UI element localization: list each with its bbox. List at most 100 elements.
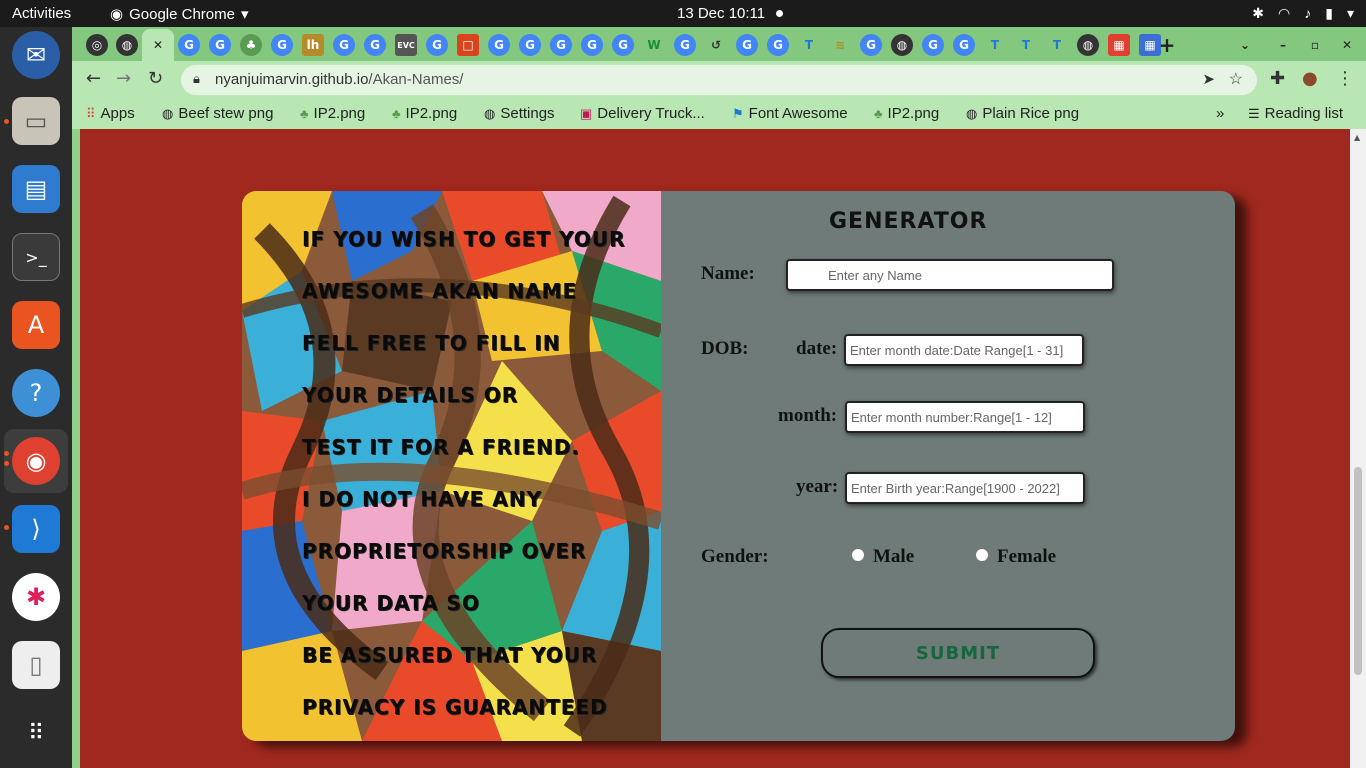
- bookmark-item[interactable]: ♣ IP2.png: [874, 105, 939, 122]
- reload-icon[interactable]: ↻: [148, 68, 163, 89]
- bookmark-star-icon[interactable]: ☆: [1229, 69, 1243, 89]
- date-input[interactable]: [844, 334, 1084, 366]
- globe-tab-icon[interactable]: ◍: [891, 34, 913, 56]
- bookmark-item[interactable]: ⚑ Font Awesome: [732, 105, 848, 122]
- tab-search-icon[interactable]: ⌄: [1234, 34, 1256, 56]
- w-tab-icon[interactable]: W: [643, 34, 665, 56]
- battery-icon: ▮: [1325, 5, 1333, 21]
- more-bookmarks-icon[interactable]: »: [1216, 105, 1224, 122]
- google-tab-icon[interactable]: G: [581, 34, 603, 56]
- form-title: Generator: [829, 209, 988, 234]
- clock[interactable]: 13 Dec 10:11: [677, 5, 765, 22]
- google-tab-icon[interactable]: G: [178, 34, 200, 56]
- share-icon[interactable]: ➤: [1202, 70, 1215, 88]
- t-tab-icon[interactable]: T: [984, 34, 1006, 56]
- chrome-menu-icon[interactable]: ⋮: [1336, 68, 1354, 89]
- google-tab-icon[interactable]: G: [736, 34, 758, 56]
- minimize-icon[interactable]: –: [1272, 34, 1294, 56]
- bookmark-item[interactable]: ⠿ Apps: [86, 105, 135, 122]
- url-text[interactable]: nyanjuimarvin.github.io/Akan-Names/: [215, 71, 463, 88]
- slack-icon[interactable]: ✱: [12, 573, 60, 621]
- tree-tab-icon[interactable]: ♣: [240, 34, 262, 56]
- bookmark-label: Beef stew png: [178, 105, 274, 122]
- notification-dot: [776, 10, 783, 17]
- activities-button[interactable]: Activities: [12, 5, 71, 22]
- google-tab-icon[interactable]: G: [519, 34, 541, 56]
- close-tab-icon[interactable]: ✕: [147, 34, 169, 56]
- t-tab-icon[interactable]: T: [798, 34, 820, 56]
- google-tab-icon[interactable]: G: [612, 34, 634, 56]
- bookmark-item[interactable]: ♣ IP2.png: [300, 105, 365, 122]
- globe-tab-icon[interactable]: ◍: [1077, 34, 1099, 56]
- google-tab-icon[interactable]: G: [209, 34, 231, 56]
- colorful-tab-icon[interactable]: ▦: [1108, 34, 1130, 56]
- square-tab-icon[interactable]: □: [457, 34, 479, 56]
- female-radio[interactable]: [975, 548, 989, 562]
- google-tab-icon[interactable]: G: [860, 34, 882, 56]
- github-tab-icon[interactable]: ◎: [86, 34, 108, 56]
- help-icon[interactable]: ?: [12, 369, 60, 417]
- google-tab-icon[interactable]: G: [922, 34, 944, 56]
- back-icon[interactable]: ←: [86, 68, 101, 89]
- window-close-icon[interactable]: ✕: [1336, 34, 1358, 56]
- tab-strip: ◎ ◍ ✕ G G ♣ G lh G G EVC G □ G G G G G W…: [72, 27, 1366, 61]
- google-tab-icon[interactable]: G: [426, 34, 448, 56]
- address-bar[interactable]: 🔒︎ nyanjuimarvin.github.io/Akan-Names/ ➤…: [181, 65, 1257, 95]
- bookmark-item[interactable]: ◍ Plain Rice png: [966, 105, 1079, 122]
- new-tab-icon[interactable]: +: [1156, 33, 1178, 57]
- bookmark-label: IP2.png: [405, 105, 458, 122]
- google-tab-icon[interactable]: G: [767, 34, 789, 56]
- system-tray[interactable]: ✱ ◠ ♪ ▮ ▾: [1252, 5, 1354, 22]
- brand-icon: ▣: [580, 105, 593, 121]
- show-apps-icon[interactable]: ⠿: [12, 709, 60, 757]
- t-tab-icon[interactable]: T: [1046, 34, 1068, 56]
- google-tab-icon[interactable]: G: [550, 34, 572, 56]
- chrome-dock-icon[interactable]: ◉: [12, 437, 60, 485]
- google-tab-icon[interactable]: G: [488, 34, 510, 56]
- google-tab-icon[interactable]: G: [271, 34, 293, 56]
- extensions-icon[interactable]: ✚: [1270, 68, 1285, 89]
- google-tab-icon[interactable]: G: [333, 34, 355, 56]
- libreoffice-impress-icon[interactable]: ▤: [12, 165, 60, 213]
- year-input[interactable]: [845, 472, 1085, 504]
- name-input[interactable]: [786, 259, 1114, 291]
- t-tab-icon[interactable]: T: [1015, 34, 1037, 56]
- bookmark-item[interactable]: ▣ Delivery Truck...: [580, 105, 705, 122]
- forward-icon[interactable]: →: [116, 68, 131, 89]
- google-tab-icon[interactable]: G: [364, 34, 386, 56]
- profile-avatar[interactable]: ●: [1302, 68, 1318, 89]
- files-icon[interactable]: ▭: [12, 97, 60, 145]
- bookmark-item[interactable]: ◍ Settings: [484, 105, 555, 122]
- lock-icon[interactable]: 🔒︎: [193, 71, 200, 87]
- name-label: Name:: [701, 263, 755, 284]
- google-tab-icon[interactable]: G: [674, 34, 696, 56]
- text-editor-icon[interactable]: ▯: [12, 641, 60, 689]
- running-indicator: [4, 461, 9, 466]
- app-menu[interactable]: ◉ Google Chrome ▾: [110, 5, 249, 24]
- history-tab-icon[interactable]: ↺: [705, 34, 727, 56]
- apps-grid-icon: ⠿: [86, 105, 96, 121]
- bookmark-item[interactable]: ♣ IP2.png: [392, 105, 457, 122]
- month-input[interactable]: [845, 401, 1085, 433]
- evc-tab-icon[interactable]: EVC: [395, 34, 417, 56]
- terminal-icon[interactable]: >_: [12, 233, 60, 281]
- globe-tab-icon[interactable]: ◍: [116, 34, 138, 56]
- date-label: date:: [796, 338, 838, 359]
- running-indicator: [4, 119, 9, 124]
- brand-tab-icon[interactable]: ≋: [829, 34, 851, 56]
- reading-list-button[interactable]: ☰ Reading list: [1248, 105, 1343, 122]
- male-radio[interactable]: [851, 548, 865, 562]
- page-scrollbar[interactable]: ▲: [1350, 129, 1366, 768]
- google-tab-icon[interactable]: G: [953, 34, 975, 56]
- bookmark-item[interactable]: ◍ Beef stew png: [162, 105, 273, 122]
- scroll-up-icon[interactable]: ▲: [1354, 133, 1360, 142]
- year-label: year:: [796, 476, 839, 497]
- scrollbar-thumb[interactable]: [1354, 467, 1362, 675]
- submit-button[interactable]: Submit: [821, 628, 1095, 678]
- thunderbird-icon[interactable]: ✉: [12, 31, 60, 79]
- maximize-icon[interactable]: ▫: [1304, 34, 1326, 56]
- vscode-icon[interactable]: ⟩: [12, 505, 60, 553]
- letter-tab-icon[interactable]: lh: [302, 34, 324, 56]
- intro-line: be assured that your: [302, 643, 598, 667]
- software-store-icon[interactable]: A: [12, 301, 60, 349]
